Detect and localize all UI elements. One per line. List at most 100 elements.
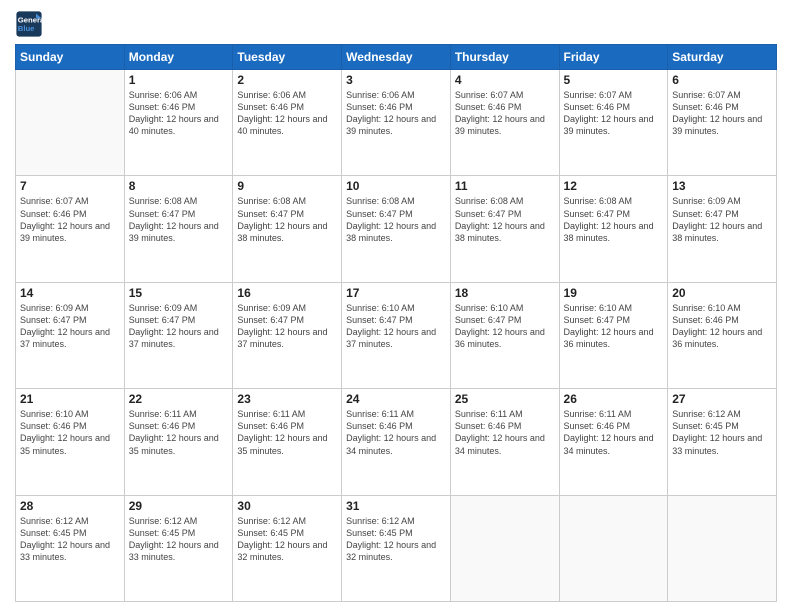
- sunrise-text: Sunrise: 6:12 AM: [20, 516, 89, 526]
- daylight-text: Daylight: 12 hours and 33 minutes.: [129, 540, 219, 562]
- sunrise-text: Sunrise: 6:12 AM: [346, 516, 415, 526]
- day-number: 4: [455, 73, 555, 87]
- daylight-text: Daylight: 12 hours and 35 minutes.: [20, 433, 110, 455]
- calendar-cell: 17 Sunrise: 6:10 AM Sunset: 6:47 PM Dayl…: [342, 282, 451, 388]
- sunset-text: Sunset: 6:46 PM: [237, 421, 304, 431]
- daylight-text: Daylight: 12 hours and 34 minutes.: [346, 433, 436, 455]
- daylight-text: Daylight: 12 hours and 37 minutes.: [237, 327, 327, 349]
- sunrise-text: Sunrise: 6:12 AM: [672, 409, 741, 419]
- sunrise-text: Sunrise: 6:11 AM: [564, 409, 632, 419]
- sunset-text: Sunset: 6:45 PM: [237, 528, 304, 538]
- day-number: 9: [237, 179, 337, 193]
- day-number: 25: [455, 392, 555, 406]
- day-number: 8: [129, 179, 229, 193]
- calendar-cell: 7 Sunrise: 6:07 AM Sunset: 6:46 PM Dayli…: [16, 176, 125, 282]
- calendar-cell: 1 Sunrise: 6:06 AM Sunset: 6:46 PM Dayli…: [124, 70, 233, 176]
- calendar-cell: 21 Sunrise: 6:10 AM Sunset: 6:46 PM Dayl…: [16, 389, 125, 495]
- day-info: Sunrise: 6:12 AM Sunset: 6:45 PM Dayligh…: [129, 515, 229, 564]
- day-info: Sunrise: 6:10 AM Sunset: 6:47 PM Dayligh…: [346, 302, 446, 351]
- daylight-text: Daylight: 12 hours and 35 minutes.: [129, 433, 219, 455]
- calendar-cell: 11 Sunrise: 6:08 AM Sunset: 6:47 PM Dayl…: [450, 176, 559, 282]
- day-number: 3: [346, 73, 446, 87]
- sunset-text: Sunset: 6:46 PM: [455, 421, 522, 431]
- daylight-text: Daylight: 12 hours and 37 minutes.: [20, 327, 110, 349]
- sunrise-text: Sunrise: 6:10 AM: [672, 303, 741, 313]
- day-number: 7: [20, 179, 120, 193]
- day-info: Sunrise: 6:06 AM Sunset: 6:46 PM Dayligh…: [237, 89, 337, 138]
- day-info: Sunrise: 6:08 AM Sunset: 6:47 PM Dayligh…: [129, 195, 229, 244]
- calendar-cell: 31 Sunrise: 6:12 AM Sunset: 6:45 PM Dayl…: [342, 495, 451, 601]
- sunset-text: Sunset: 6:45 PM: [672, 421, 739, 431]
- sunset-text: Sunset: 6:47 PM: [129, 315, 196, 325]
- daylight-text: Daylight: 12 hours and 36 minutes.: [455, 327, 545, 349]
- calendar-cell: [450, 495, 559, 601]
- calendar-cell: 2 Sunrise: 6:06 AM Sunset: 6:46 PM Dayli…: [233, 70, 342, 176]
- sunset-text: Sunset: 6:46 PM: [564, 421, 631, 431]
- daylight-text: Daylight: 12 hours and 37 minutes.: [129, 327, 219, 349]
- sunrise-text: Sunrise: 6:08 AM: [129, 196, 198, 206]
- sunrise-text: Sunrise: 6:08 AM: [346, 196, 415, 206]
- daylight-text: Daylight: 12 hours and 38 minutes.: [564, 221, 654, 243]
- sunset-text: Sunset: 6:47 PM: [20, 315, 87, 325]
- day-number: 29: [129, 499, 229, 513]
- day-info: Sunrise: 6:09 AM Sunset: 6:47 PM Dayligh…: [237, 302, 337, 351]
- sunset-text: Sunset: 6:47 PM: [455, 315, 522, 325]
- daylight-text: Daylight: 12 hours and 36 minutes.: [672, 327, 762, 349]
- sunrise-text: Sunrise: 6:12 AM: [129, 516, 198, 526]
- day-number: 21: [20, 392, 120, 406]
- day-number: 22: [129, 392, 229, 406]
- calendar-cell: 27 Sunrise: 6:12 AM Sunset: 6:45 PM Dayl…: [668, 389, 777, 495]
- day-info: Sunrise: 6:10 AM Sunset: 6:46 PM Dayligh…: [20, 408, 120, 457]
- calendar-cell: 13 Sunrise: 6:09 AM Sunset: 6:47 PM Dayl…: [668, 176, 777, 282]
- sunrise-text: Sunrise: 6:07 AM: [672, 90, 741, 100]
- logo-icon: General Blue: [15, 10, 43, 38]
- calendar-cell: 15 Sunrise: 6:09 AM Sunset: 6:47 PM Dayl…: [124, 282, 233, 388]
- weekday-header-saturday: Saturday: [668, 45, 777, 70]
- calendar-cell: 29 Sunrise: 6:12 AM Sunset: 6:45 PM Dayl…: [124, 495, 233, 601]
- sunset-text: Sunset: 6:46 PM: [20, 209, 87, 219]
- calendar-cell: 16 Sunrise: 6:09 AM Sunset: 6:47 PM Dayl…: [233, 282, 342, 388]
- calendar-cell: [668, 495, 777, 601]
- svg-text:Blue: Blue: [18, 24, 35, 33]
- sunset-text: Sunset: 6:45 PM: [346, 528, 413, 538]
- sunset-text: Sunset: 6:46 PM: [346, 421, 413, 431]
- sunrise-text: Sunrise: 6:11 AM: [346, 409, 414, 419]
- sunset-text: Sunset: 6:46 PM: [346, 102, 413, 112]
- day-info: Sunrise: 6:09 AM Sunset: 6:47 PM Dayligh…: [672, 195, 772, 244]
- sunset-text: Sunset: 6:46 PM: [129, 102, 196, 112]
- day-number: 14: [20, 286, 120, 300]
- sunset-text: Sunset: 6:47 PM: [129, 209, 196, 219]
- sunrise-text: Sunrise: 6:10 AM: [455, 303, 524, 313]
- calendar-cell: 10 Sunrise: 6:08 AM Sunset: 6:47 PM Dayl…: [342, 176, 451, 282]
- sunrise-text: Sunrise: 6:09 AM: [237, 303, 306, 313]
- day-info: Sunrise: 6:06 AM Sunset: 6:46 PM Dayligh…: [346, 89, 446, 138]
- page: General Blue SundayMondayTuesdayWednesda…: [0, 0, 792, 612]
- sunrise-text: Sunrise: 6:07 AM: [455, 90, 524, 100]
- calendar-cell: 20 Sunrise: 6:10 AM Sunset: 6:46 PM Dayl…: [668, 282, 777, 388]
- daylight-text: Daylight: 12 hours and 38 minutes.: [672, 221, 762, 243]
- day-info: Sunrise: 6:08 AM Sunset: 6:47 PM Dayligh…: [346, 195, 446, 244]
- day-info: Sunrise: 6:08 AM Sunset: 6:47 PM Dayligh…: [564, 195, 664, 244]
- day-info: Sunrise: 6:11 AM Sunset: 6:46 PM Dayligh…: [237, 408, 337, 457]
- daylight-text: Daylight: 12 hours and 39 minutes.: [129, 221, 219, 243]
- daylight-text: Daylight: 12 hours and 33 minutes.: [20, 540, 110, 562]
- sunset-text: Sunset: 6:46 PM: [129, 421, 196, 431]
- day-info: Sunrise: 6:11 AM Sunset: 6:46 PM Dayligh…: [129, 408, 229, 457]
- day-number: 20: [672, 286, 772, 300]
- sunset-text: Sunset: 6:45 PM: [20, 528, 87, 538]
- calendar-cell: 14 Sunrise: 6:09 AM Sunset: 6:47 PM Dayl…: [16, 282, 125, 388]
- day-info: Sunrise: 6:11 AM Sunset: 6:46 PM Dayligh…: [346, 408, 446, 457]
- day-number: 5: [564, 73, 664, 87]
- day-info: Sunrise: 6:11 AM Sunset: 6:46 PM Dayligh…: [564, 408, 664, 457]
- calendar-cell: 12 Sunrise: 6:08 AM Sunset: 6:47 PM Dayl…: [559, 176, 668, 282]
- day-info: Sunrise: 6:09 AM Sunset: 6:47 PM Dayligh…: [20, 302, 120, 351]
- sunrise-text: Sunrise: 6:10 AM: [346, 303, 415, 313]
- day-number: 24: [346, 392, 446, 406]
- sunset-text: Sunset: 6:46 PM: [20, 421, 87, 431]
- sunrise-text: Sunrise: 6:07 AM: [20, 196, 89, 206]
- calendar-cell: 4 Sunrise: 6:07 AM Sunset: 6:46 PM Dayli…: [450, 70, 559, 176]
- sunset-text: Sunset: 6:46 PM: [672, 315, 739, 325]
- sunrise-text: Sunrise: 6:12 AM: [237, 516, 306, 526]
- calendar-week-row: 1 Sunrise: 6:06 AM Sunset: 6:46 PM Dayli…: [16, 70, 777, 176]
- day-info: Sunrise: 6:12 AM Sunset: 6:45 PM Dayligh…: [672, 408, 772, 457]
